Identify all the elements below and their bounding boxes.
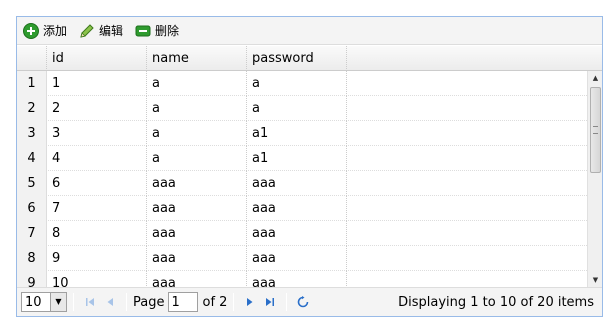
add-label: 添加 <box>43 24 68 38</box>
cell-id: 4 <box>47 146 147 171</box>
table-row[interactable]: 4 4 a a1 <box>17 146 587 171</box>
cell-password: aaa <box>247 246 347 271</box>
cell-password: aaa <box>247 171 347 196</box>
datagrid: 添加 编辑 删除 id name password 1 1 a a 2 2 a … <box>16 16 603 317</box>
delete-label: 删除 <box>155 24 180 38</box>
cell-id: 3 <box>47 121 147 146</box>
table-row[interactable]: 1 1 a a <box>17 71 587 96</box>
table-row[interactable]: 9 10 aaa aaa <box>17 271 587 287</box>
cell-password: a <box>247 96 347 121</box>
first-page-button[interactable] <box>80 292 100 312</box>
row-number: 4 <box>17 146 47 171</box>
cell-id: 8 <box>47 221 147 246</box>
previous-page-icon <box>107 298 113 306</box>
table-row[interactable]: 8 9 aaa aaa <box>17 246 587 271</box>
row-number: 8 <box>17 246 47 271</box>
first-page-icon <box>86 298 94 306</box>
cell-name: aaa <box>147 171 247 196</box>
next-page-icon <box>247 298 253 306</box>
edit-label: 编辑 <box>99 24 124 38</box>
add-button[interactable]: 添加 <box>21 20 73 42</box>
page-label: Page <box>133 294 165 310</box>
row-number: 9 <box>17 271 47 287</box>
page-size-value: 10 <box>25 294 42 310</box>
separator <box>126 293 127 311</box>
cell-name: a <box>147 146 247 171</box>
cell-id: 10 <box>47 271 147 287</box>
row-number: 7 <box>17 221 47 246</box>
cell-password: aaa <box>247 196 347 221</box>
separator <box>73 293 74 311</box>
cell-id: 1 <box>47 71 147 96</box>
table-row[interactable]: 2 2 a a <box>17 96 587 121</box>
cell-password: aaa <box>247 271 347 287</box>
previous-page-button[interactable] <box>100 292 120 312</box>
cell-password: a <box>247 71 347 96</box>
table-row[interactable]: 3 3 a a1 <box>17 121 587 146</box>
column-header-password[interactable]: password <box>247 46 347 71</box>
row-number: 1 <box>17 71 47 96</box>
page-number-input[interactable] <box>168 292 199 312</box>
cell-name: aaa <box>147 271 247 287</box>
cell-id: 2 <box>47 96 147 121</box>
separator <box>233 293 235 311</box>
minus-icon <box>135 23 151 39</box>
cell-id: 7 <box>47 196 147 221</box>
edit-button[interactable]: 编辑 <box>77 20 129 42</box>
cell-name: aaa <box>147 221 247 246</box>
cell-name: a <box>147 96 247 121</box>
row-number: 6 <box>17 196 47 221</box>
scroll-thumb[interactable] <box>590 87 601 173</box>
dropdown-arrow-icon[interactable]: ▼ <box>50 293 66 311</box>
refresh-icon <box>298 296 309 308</box>
separator <box>286 293 288 311</box>
cell-name: a <box>147 71 247 96</box>
vertical-scrollbar[interactable]: ▲ ▼ <box>587 71 602 287</box>
table-row[interactable]: 7 8 aaa aaa <box>17 221 587 246</box>
grid-body: 1 1 a a 2 2 a a 3 3 a a1 4 4 a a1 5 6 aa… <box>17 71 587 287</box>
refresh-button[interactable] <box>293 292 313 312</box>
last-page-button[interactable] <box>260 292 280 312</box>
page-size-select[interactable]: 10 ▼ <box>21 292 67 312</box>
row-number: 3 <box>17 121 47 146</box>
row-number: 5 <box>17 171 47 196</box>
cell-name: aaa <box>147 246 247 271</box>
table-row[interactable]: 6 7 aaa aaa <box>17 196 587 221</box>
pagination-bar: 10 ▼ Page of 2 Displaying 1 to 10 of 20 … <box>17 287 602 316</box>
scroll-up-arrow-icon[interactable]: ▲ <box>588 71 602 85</box>
cell-name: aaa <box>147 196 247 221</box>
delete-button[interactable]: 删除 <box>133 20 185 42</box>
next-page-button[interactable] <box>240 292 260 312</box>
pagination-info: Displaying 1 to 10 of 20 items <box>398 295 594 310</box>
scroll-down-arrow-icon[interactable]: ▼ <box>588 273 602 287</box>
add-icon <box>23 22 39 39</box>
cell-password: aaa <box>247 221 347 246</box>
row-number: 2 <box>17 96 47 121</box>
last-page-icon <box>266 298 275 306</box>
pencil-icon <box>79 23 95 39</box>
cell-password: a1 <box>247 121 347 146</box>
rownumber-header <box>17 46 47 71</box>
table-row[interactable]: 5 6 aaa aaa <box>17 171 587 196</box>
column-header-id[interactable]: id <box>47 46 147 71</box>
cell-name: a <box>147 121 247 146</box>
grid-toolbar: 添加 编辑 删除 <box>17 17 602 45</box>
grid-header: id name password <box>17 46 602 71</box>
cell-id: 9 <box>47 246 147 271</box>
column-header-name[interactable]: name <box>147 46 247 71</box>
cell-password: a1 <box>247 146 347 171</box>
cell-id: 6 <box>47 171 147 196</box>
page-count-label: of 2 <box>202 294 228 310</box>
